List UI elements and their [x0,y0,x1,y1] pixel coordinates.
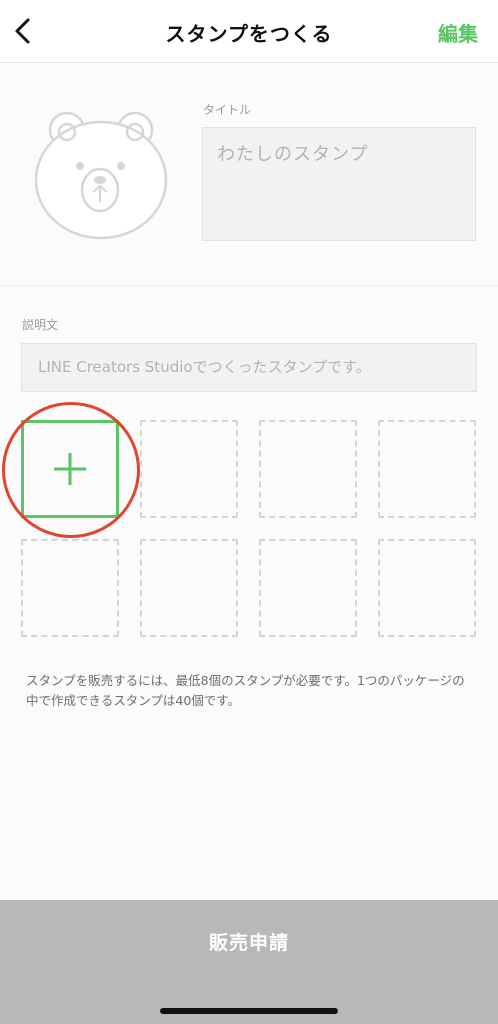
description-input[interactable]: LINE Creators Studioでつくったスタンプです。 [21,343,477,392]
sticker-slot[interactable] [378,539,476,637]
description-field-label: 説明文 [22,318,59,332]
sticker-slot[interactable] [140,539,238,637]
sale-request-button[interactable]: 販売申請 [0,928,498,955]
sticker-slot[interactable] [259,539,357,637]
title-field-label: タイトル [203,103,252,117]
edit-button[interactable]: 編集 [438,18,478,47]
sale-request-bar[interactable]: 販売申請 [0,900,498,1024]
sticker-slot[interactable] [21,539,119,637]
top-nav-bar: スタンプをつくる 編集 [0,0,498,63]
title-input[interactable]: わたしのスタンプ [202,127,476,241]
sticker-slot[interactable] [259,420,357,518]
plus-icon [54,453,86,485]
home-indicator [160,1008,338,1014]
add-sticker-button[interactable] [21,420,119,518]
sticker-requirement-note: スタンプを販売するには、最低8個のスタンプが必要です。1つのパッケージの中で作成… [26,673,465,708]
page-title: スタンプをつくる [165,22,333,46]
sticker-slot[interactable] [378,420,476,518]
cover-image-button[interactable] [33,110,169,240]
bear-face-placeholder-icon [34,111,168,240]
sticker-slot[interactable] [140,420,238,518]
